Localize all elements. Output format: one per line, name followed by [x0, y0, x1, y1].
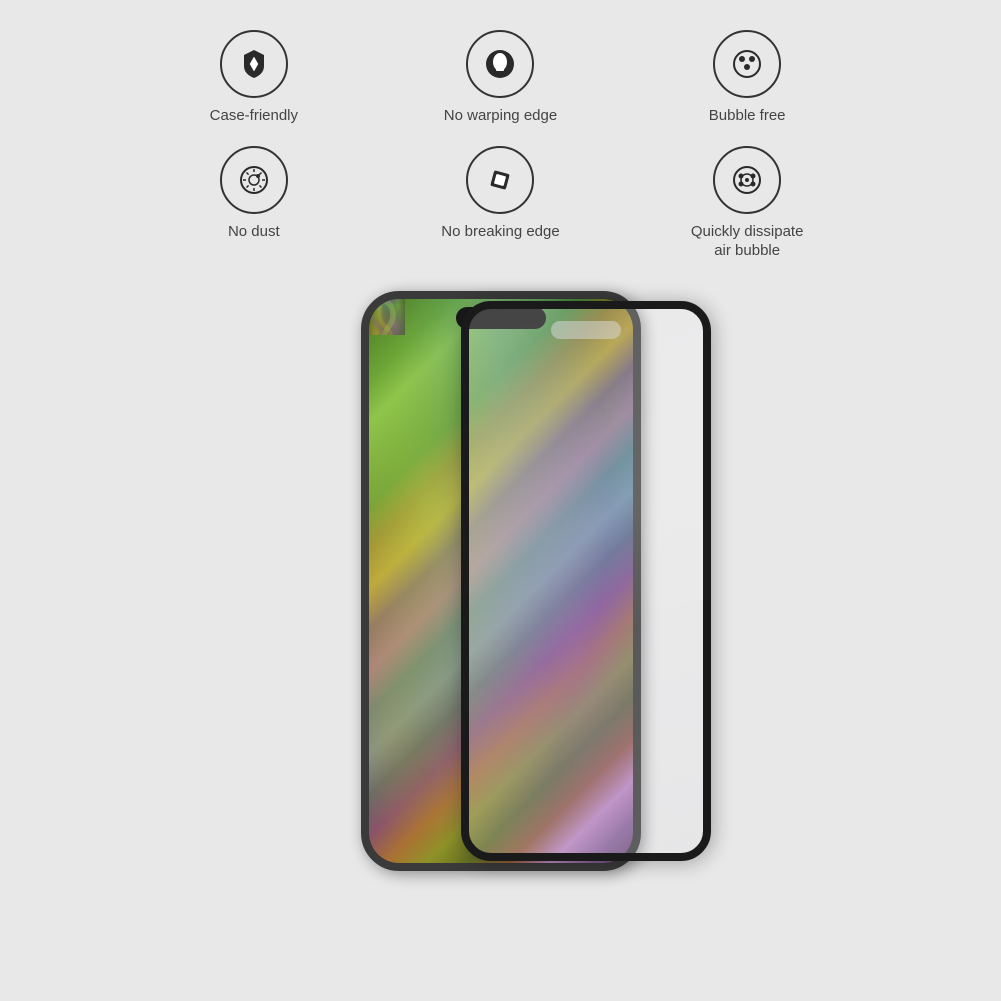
feature-no-breaking: No breaking edge — [377, 146, 624, 261]
feature-no-dust: No dust — [131, 146, 378, 261]
dots-circle-icon — [729, 46, 765, 82]
glass-inner — [469, 309, 703, 853]
crosshair-dots-icon — [729, 162, 765, 198]
feature-quickly-dissipate: Quickly dissipate air bubble — [624, 146, 871, 261]
feature-case-friendly: Case-friendly — [131, 30, 378, 126]
wallpaper-svg — [369, 299, 405, 335]
no-breaking-label: No breaking edge — [441, 222, 559, 242]
diamond-tilt-icon — [482, 162, 518, 198]
no-warping-icon-circle — [466, 30, 534, 98]
bubble-free-icon-circle — [713, 30, 781, 98]
no-dust-label: No dust — [228, 222, 280, 242]
quickly-dissipate-label-2: air bubble — [714, 241, 780, 261]
shield-filled-icon — [482, 46, 518, 82]
sun-circle-icon — [236, 162, 272, 198]
screen-protector — [461, 301, 711, 861]
glass-notch — [551, 321, 621, 339]
case-friendly-icon-circle — [220, 30, 288, 98]
no-warping-label: No warping edge — [444, 106, 557, 126]
feature-bubble-free: Bubble free — [624, 30, 871, 126]
features-grid: Case-friendly No warping edge — [51, 0, 951, 281]
shield-diamond-icon — [236, 46, 272, 82]
no-dust-icon-circle — [220, 146, 288, 214]
case-friendly-label: Case-friendly — [210, 106, 298, 126]
no-breaking-icon-circle — [466, 146, 534, 214]
bubble-free-label: Bubble free — [709, 106, 786, 126]
feature-no-warping: No warping edge — [377, 30, 624, 126]
quickly-dissipate-icon-circle — [713, 146, 781, 214]
features-section: Case-friendly No warping edge — [0, 0, 1001, 281]
product-image-section — [0, 291, 1001, 871]
quickly-dissipate-label-1: Quickly dissipate — [691, 222, 804, 242]
